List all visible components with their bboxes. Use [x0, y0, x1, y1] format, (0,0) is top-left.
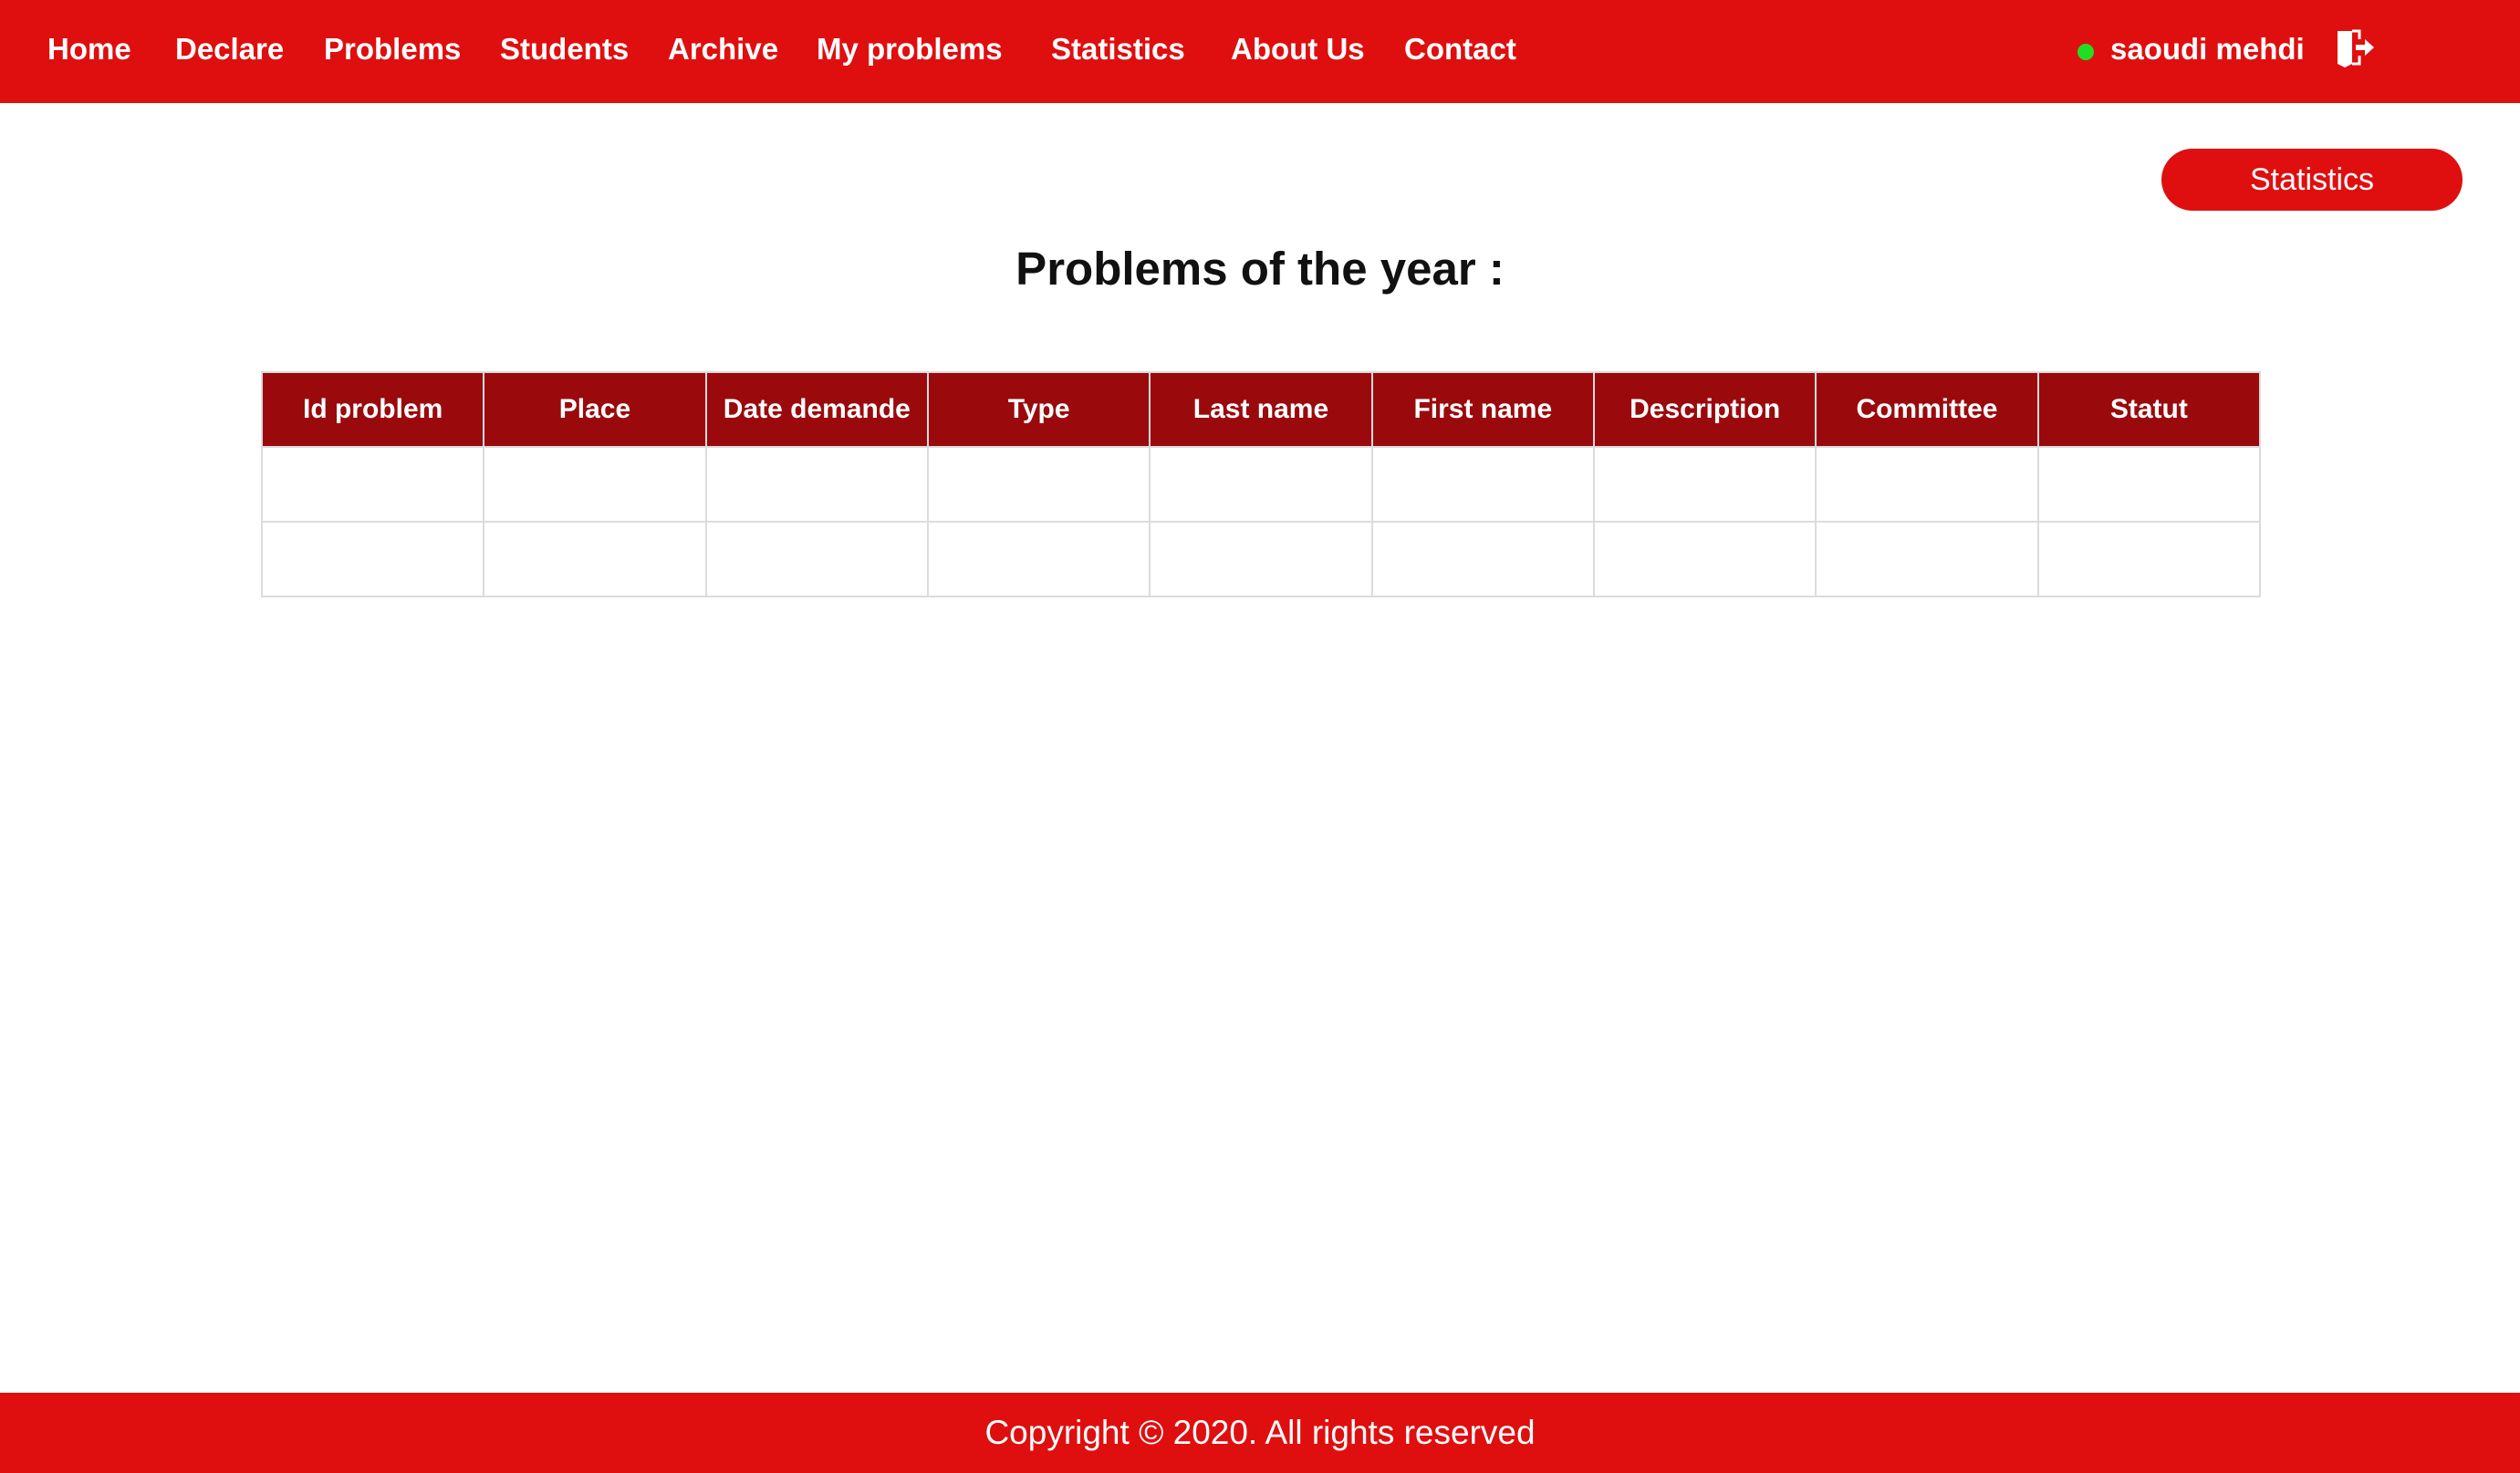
online-status-indicator — [2077, 44, 2094, 60]
table-cell — [1592, 521, 1817, 597]
table-cell — [1370, 521, 1595, 597]
table-cell — [483, 446, 707, 523]
table-cell — [483, 521, 707, 597]
nav-students-link[interactable]: Students — [500, 27, 629, 71]
table-cell — [1815, 446, 2039, 523]
logout-door-icon[interactable] — [2334, 27, 2376, 69]
top-navbar: Home Declare Problems Students Archive M… — [0, 0, 2520, 103]
table-row — [260, 446, 2262, 523]
footer: Copyright © 2020. All rights reserved — [0, 1393, 2520, 1473]
page-title: Problems of the year : — [1015, 243, 1505, 295]
nav-problems-link[interactable]: Problems — [324, 27, 461, 71]
nav-contact-link[interactable]: Contact — [1404, 27, 1516, 71]
column-header-last-name: Last name — [1149, 371, 1373, 448]
nav-home-link[interactable]: Home — [47, 27, 131, 71]
table-row — [260, 521, 2262, 597]
column-header-id-problem: Id problem — [260, 371, 485, 448]
column-header-description: Description — [1592, 371, 1817, 448]
table-cell — [1149, 446, 1373, 523]
table-cell — [260, 446, 485, 523]
nav-statistics-link[interactable]: Statistics — [1051, 27, 1185, 71]
user-name: saoudi mehdi — [2110, 32, 2305, 66]
table-cell — [1370, 446, 1595, 523]
nav-archive-link[interactable]: Archive — [668, 27, 778, 71]
column-header-committee: Committee — [1815, 371, 2039, 448]
statistics-button[interactable]: Statistics — [2161, 149, 2463, 211]
table-cell — [260, 521, 485, 597]
nav-my-problems-link[interactable]: My problems — [817, 27, 1003, 71]
table-header-row: Id problem Place Date demande Type Last … — [260, 371, 2262, 448]
problems-table: Id problem Place Date demande Type Last … — [260, 371, 2262, 597]
table-cell — [2036, 446, 2262, 523]
table-cell — [704, 446, 929, 523]
table-cell — [926, 446, 1151, 523]
column-header-first-name: First name — [1370, 371, 1595, 448]
table-cell — [704, 521, 929, 597]
column-header-statut: Statut — [2036, 371, 2262, 448]
column-header-date-demande: Date demande — [704, 371, 929, 448]
table-cell — [926, 521, 1151, 597]
column-header-type: Type — [926, 371, 1151, 448]
table-cell — [1149, 521, 1373, 597]
nav-declare-link[interactable]: Declare — [175, 27, 284, 71]
copyright-text: Copyright © 2020. All rights reserved — [984, 1414, 1536, 1451]
table-cell — [1592, 446, 1817, 523]
nav-about-us-link[interactable]: About Us — [1231, 27, 1365, 71]
table-cell — [1815, 521, 2039, 597]
column-header-place: Place — [483, 371, 707, 448]
table-cell — [2036, 521, 2262, 597]
